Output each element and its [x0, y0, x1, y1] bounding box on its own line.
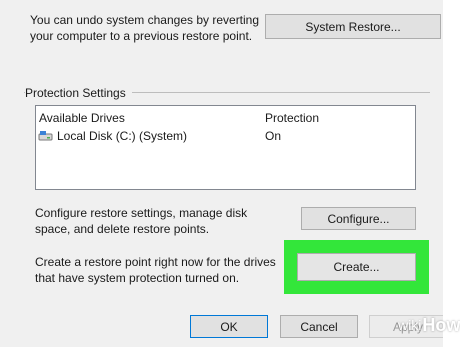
create-button[interactable]: Create... [297, 253, 416, 281]
watermark-suffix: How [422, 314, 460, 335]
protection-settings-title: Protection Settings [25, 85, 132, 101]
column-header-drives[interactable]: Available Drives [39, 110, 125, 126]
watermark-prefix: wiki [398, 317, 422, 333]
drive-row[interactable]: Local Disk (C:) (System) On [36, 126, 415, 144]
background-strip [443, 0, 460, 347]
system-restore-button[interactable]: System Restore... [265, 14, 441, 39]
drives-list[interactable]: Available Drives Protection Local Disk (… [35, 105, 416, 190]
restore-description: You can undo system changes by reverting… [30, 13, 260, 43]
cancel-button[interactable]: Cancel [280, 315, 358, 338]
drive-name: Local Disk (C:) (System) [57, 129, 188, 143]
create-description: Create a restore point right now for the… [35, 255, 276, 285]
ok-button[interactable]: OK [190, 315, 268, 338]
configure-button[interactable]: Configure... [301, 207, 416, 230]
configure-description: Configure restore settings, manage disk … [35, 206, 248, 236]
column-header-protection[interactable]: Protection [265, 110, 319, 126]
wikihow-watermark: wiki How [398, 312, 460, 338]
system-protection-dialog: You can undo system changes by reverting… [0, 0, 447, 347]
drive-protection-status: On [265, 129, 282, 143]
hard-drive-icon [38, 131, 53, 141]
